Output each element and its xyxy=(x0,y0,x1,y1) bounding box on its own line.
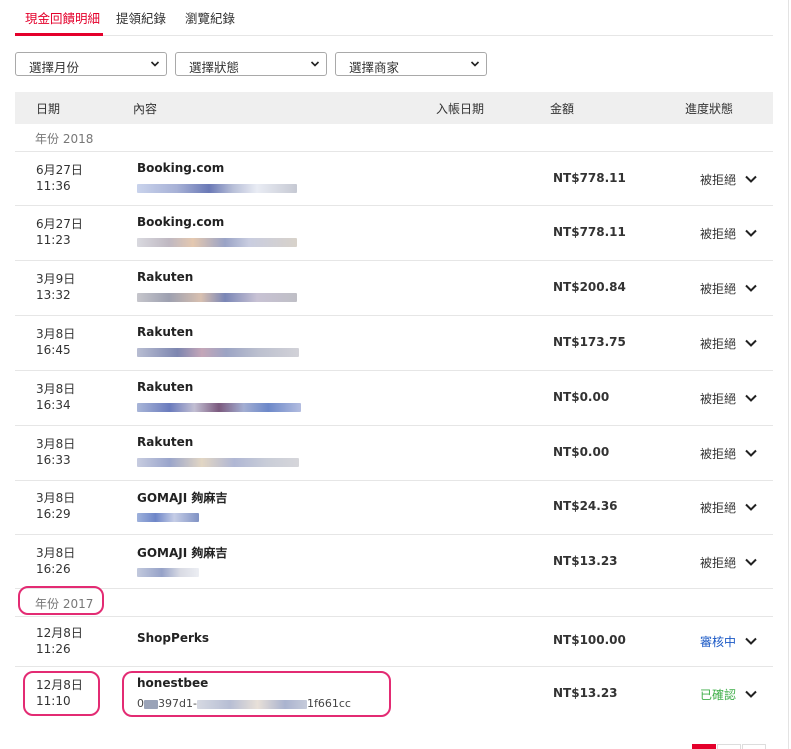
row-amount: NT$778.11 xyxy=(553,171,626,185)
row-merchant: Rakuten xyxy=(137,325,194,339)
row-date: 12月8日 11:26 xyxy=(36,626,83,656)
row-status: 被拒絕 xyxy=(700,447,737,461)
row-merchant: Rakuten xyxy=(137,435,194,449)
merchant-select-label: 選擇商家 xyxy=(349,60,400,75)
chevron-down-icon xyxy=(310,61,320,67)
row-divider xyxy=(15,205,773,206)
row-divider xyxy=(15,666,773,667)
row-status: 已確認 xyxy=(700,688,737,702)
row-status: 被拒絕 xyxy=(700,282,737,296)
chevron-down-icon[interactable] xyxy=(744,557,758,567)
row-merchant: Booking.com xyxy=(137,161,225,175)
row-status: 被拒絕 xyxy=(700,392,737,406)
row-amount: NT$100.00 xyxy=(553,633,626,647)
row-divider xyxy=(15,616,773,617)
column-header-posted-date: 入帳日期 xyxy=(436,102,485,116)
page-button[interactable] xyxy=(717,744,741,749)
year-group-label: 年份 2018 xyxy=(35,132,94,146)
tab-bar: 現金回饋明細 提領紀錄 瀏覽紀錄 xyxy=(15,0,773,36)
column-header-date: 日期 xyxy=(36,102,61,116)
row-divider xyxy=(15,315,773,316)
chevron-down-icon[interactable] xyxy=(744,393,758,403)
status-select-label: 選擇狀態 xyxy=(189,60,240,75)
row-divider xyxy=(15,534,773,535)
row-status: 被拒絕 xyxy=(700,227,737,241)
row-amount: NT$0.00 xyxy=(553,445,610,459)
row-merchant: GOMAJI 夠麻吉 xyxy=(137,491,228,505)
chevron-down-icon[interactable] xyxy=(744,283,758,293)
page-button[interactable] xyxy=(692,744,716,749)
row-status: 被拒絕 xyxy=(700,556,737,570)
row-divider xyxy=(15,425,773,426)
row-date: 3月9日 13:32 xyxy=(36,272,76,302)
row-merchant: Booking.com xyxy=(137,215,225,229)
status-select[interactable]: 選擇狀態 xyxy=(175,52,327,76)
row-date: 3月8日 16:29 xyxy=(36,491,76,521)
row-divider xyxy=(15,151,773,152)
row-reference xyxy=(137,235,297,247)
merchant-select[interactable]: 選擇商家 xyxy=(335,52,487,76)
column-header-amount: 金額 xyxy=(550,102,575,116)
row-date: 3月8日 16:45 xyxy=(36,327,76,357)
row-date: 3月8日 16:33 xyxy=(36,437,76,467)
chevron-down-icon xyxy=(150,61,160,67)
row-amount: NT$0.00 xyxy=(553,390,610,404)
active-tab-indicator xyxy=(15,33,103,36)
row-amount: NT$778.11 xyxy=(553,225,626,239)
row-divider xyxy=(15,480,773,481)
tab-withdrawal-records[interactable]: 提領紀錄 xyxy=(116,8,166,27)
row-reference xyxy=(137,510,199,522)
row-status: 審核中 xyxy=(700,635,737,649)
highlight-annotation xyxy=(122,671,391,717)
month-select[interactable]: 選擇月份 xyxy=(15,52,167,76)
highlight-annotation xyxy=(23,671,100,716)
highlight-annotation xyxy=(18,586,104,615)
row-merchant: Rakuten xyxy=(137,380,194,394)
row-reference xyxy=(137,181,297,193)
row-divider xyxy=(15,588,773,589)
month-select-label: 選擇月份 xyxy=(29,60,80,75)
column-header-status: 進度狀態 xyxy=(685,102,734,116)
column-header-content: 內容 xyxy=(133,102,158,116)
chevron-down-icon[interactable] xyxy=(744,636,758,646)
row-divider xyxy=(15,260,773,261)
chevron-down-icon[interactable] xyxy=(744,338,758,348)
chevron-down-icon[interactable] xyxy=(744,689,758,699)
tab-cashback-detail[interactable]: 現金回饋明細 xyxy=(25,8,100,27)
row-divider xyxy=(15,370,773,371)
row-reference xyxy=(137,345,299,357)
row-amount: NT$200.84 xyxy=(553,280,626,294)
row-status: 被拒絕 xyxy=(700,173,737,187)
row-date: 6月27日 11:23 xyxy=(36,217,83,247)
row-date: 3月8日 16:34 xyxy=(36,382,76,412)
row-reference xyxy=(137,400,301,412)
row-merchant: ShopPerks xyxy=(137,631,209,645)
row-reference xyxy=(137,290,297,302)
row-merchant: Rakuten xyxy=(137,270,194,284)
chevron-down-icon[interactable] xyxy=(744,174,758,184)
row-merchant: GOMAJI 夠麻吉 xyxy=(137,546,228,560)
row-reference xyxy=(137,455,299,467)
tab-browsing-records[interactable]: 瀏覽紀錄 xyxy=(185,8,235,27)
row-amount: NT$13.23 xyxy=(553,686,618,700)
row-reference xyxy=(137,565,199,577)
chevron-down-icon xyxy=(470,61,480,67)
row-amount: NT$24.36 xyxy=(553,499,618,513)
row-amount: NT$13.23 xyxy=(553,554,618,568)
row-date: 3月8日 16:26 xyxy=(36,546,76,576)
page-right-border xyxy=(788,0,789,749)
row-status: 被拒絕 xyxy=(700,337,737,351)
row-amount: NT$173.75 xyxy=(553,335,626,349)
chevron-down-icon[interactable] xyxy=(744,502,758,512)
row-status: 被拒絕 xyxy=(700,501,737,515)
chevron-down-icon[interactable] xyxy=(744,228,758,238)
row-date: 6月27日 11:36 xyxy=(36,163,83,193)
table-header: 日期 內容 入帳日期 金額 進度狀態 xyxy=(15,92,773,124)
page-button[interactable] xyxy=(742,744,766,749)
chevron-down-icon[interactable] xyxy=(744,448,758,458)
